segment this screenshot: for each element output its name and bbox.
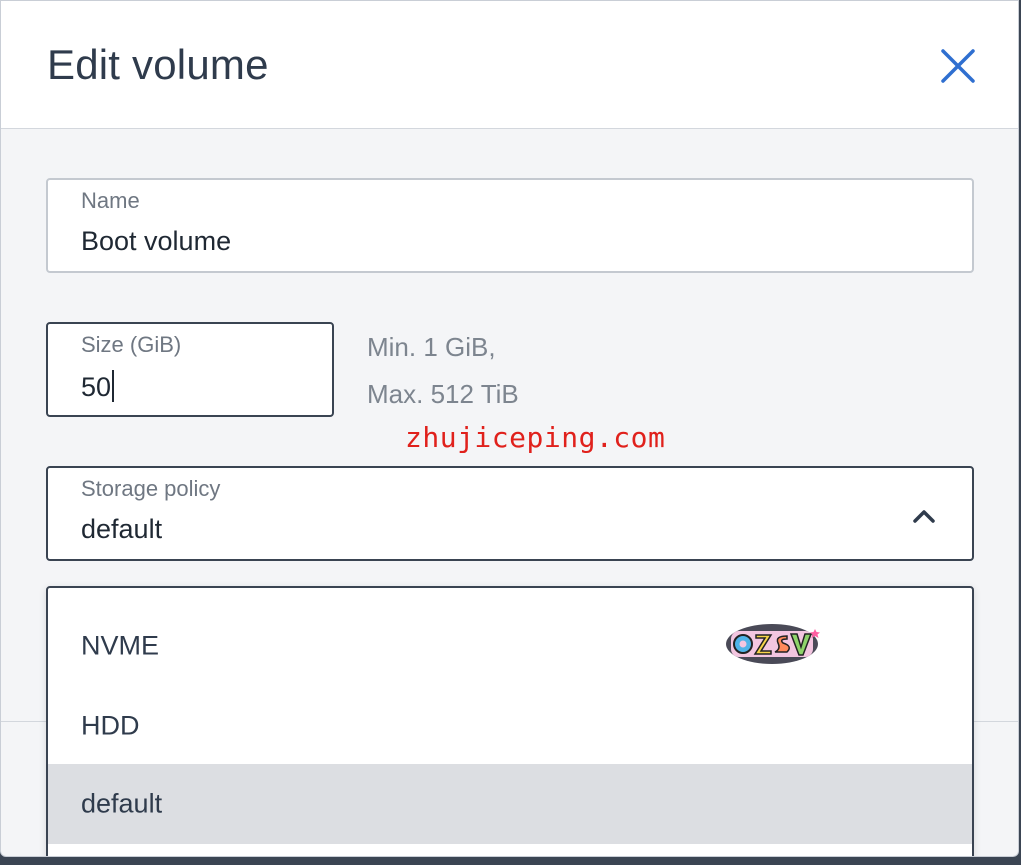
option-label: HDD xyxy=(81,710,140,741)
watermark-text: zhujiceping.com xyxy=(405,421,666,454)
storage-policy-select[interactable]: Storage policy default xyxy=(46,466,974,561)
size-field[interactable]: Size (GiB) 50 xyxy=(46,322,334,417)
size-input-wrap[interactable]: 50 xyxy=(81,370,115,403)
option-hdd[interactable]: HDD xyxy=(48,686,972,766)
name-field[interactable]: Name Boot volume xyxy=(46,178,974,273)
dialog-title: Edit volume xyxy=(47,41,269,88)
storage-policy-label: Storage policy xyxy=(81,476,221,501)
size-label: Size (GiB) xyxy=(81,332,182,357)
ozsv-logo xyxy=(726,624,820,664)
size-hint-max: Max. 512 TiB xyxy=(367,379,519,409)
close-button[interactable] xyxy=(937,45,979,87)
option-default[interactable]: default xyxy=(48,764,972,844)
size-input[interactable]: 50 xyxy=(81,372,111,402)
dialog-header: Edit volume xyxy=(1,1,1018,129)
chevron-up-icon[interactable] xyxy=(912,508,936,524)
close-icon xyxy=(941,49,975,83)
size-hint-min: Min. 1 GiB, xyxy=(367,332,496,362)
text-cursor xyxy=(112,370,115,402)
option-label: default xyxy=(81,788,163,819)
storage-policy-dropdown: NVME HDD default xyxy=(46,586,974,856)
name-label: Name xyxy=(81,188,140,213)
option-nvme[interactable]: NVME xyxy=(48,606,972,686)
option-label: NVME xyxy=(81,630,160,661)
name-input[interactable]: Boot volume xyxy=(81,226,231,257)
storage-policy-value: default xyxy=(81,514,163,544)
edit-volume-dialog: Edit volume Name Boot volume Size (GiB) … xyxy=(0,0,1019,857)
